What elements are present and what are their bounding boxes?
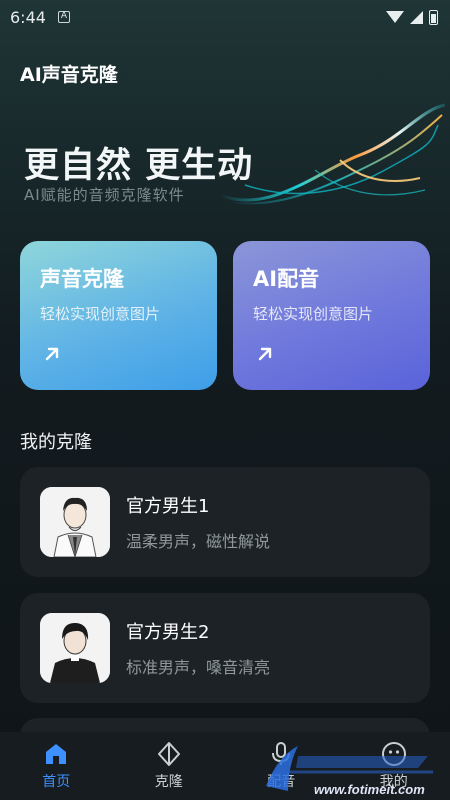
voice-list-item[interactable]: 官方男生2 标准男声，嗓音清亮 bbox=[20, 593, 430, 703]
my-clones-title: 我的克隆 bbox=[20, 432, 92, 453]
app-notification-icon: A bbox=[57, 11, 70, 23]
voice-name: 官方男生2 bbox=[126, 622, 210, 643]
arrow-up-right-icon bbox=[258, 347, 272, 361]
app-title: AI声音克隆 bbox=[20, 64, 118, 86]
status-time: 6:44 bbox=[10, 7, 46, 27]
hero-title: 更自然 更生动 bbox=[24, 146, 254, 186]
nav-label: 克隆 bbox=[154, 774, 183, 790]
avatar bbox=[40, 613, 110, 683]
card-subtitle: 轻松实现创意图片 bbox=[40, 305, 161, 323]
home-icon bbox=[46, 744, 67, 764]
nav-clone[interactable]: 克隆 bbox=[113, 732, 226, 800]
status-icons bbox=[386, 9, 438, 25]
card-title: AI配音 bbox=[253, 267, 320, 291]
card-title: 声音克隆 bbox=[40, 267, 124, 291]
voice-name: 官方男生1 bbox=[126, 496, 210, 517]
voice-list-item[interactable]: 官方男生1 温柔男声，磁性解说 bbox=[20, 467, 430, 577]
card-subtitle: 轻松实现创意图片 bbox=[253, 305, 374, 323]
voice-clone-card[interactable]: 声音克隆 轻松实现创意图片 bbox=[20, 241, 217, 390]
nav-label: 首页 bbox=[42, 774, 71, 790]
avatar bbox=[40, 487, 110, 557]
voice-description: 温柔男声，磁性解说 bbox=[126, 532, 271, 551]
watermark-text: www.fotimeit.com bbox=[314, 782, 425, 797]
ai-dubbing-card[interactable]: AI配音 轻松实现创意图片 bbox=[233, 241, 430, 390]
hero-wave-graphic bbox=[220, 103, 446, 205]
wifi-icon bbox=[386, 11, 404, 23]
arrow-up-right-icon bbox=[45, 347, 59, 361]
battery-icon bbox=[429, 9, 438, 25]
status-bar: 6:44 A bbox=[0, 0, 450, 34]
voice-description: 标准男声，嗓音清亮 bbox=[126, 658, 271, 677]
nav-home[interactable]: 首页 bbox=[0, 732, 113, 800]
signal-icon bbox=[410, 10, 423, 24]
hero-subtitle: AI赋能的音频克隆软件 bbox=[24, 186, 185, 204]
diamond-icon bbox=[157, 742, 180, 766]
